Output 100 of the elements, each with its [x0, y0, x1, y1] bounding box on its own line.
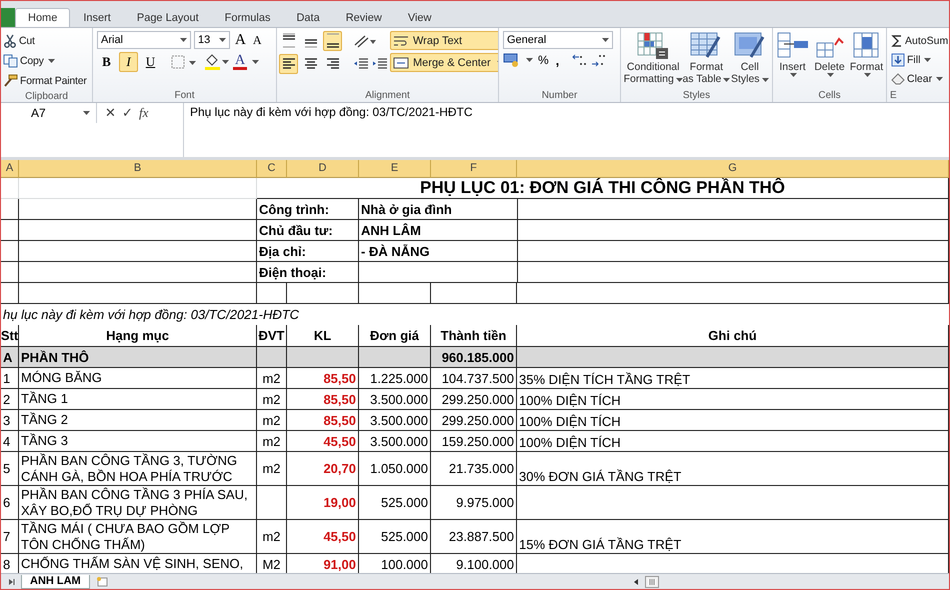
currency-icon[interactable]	[503, 52, 521, 68]
field-label: Chủ đầu tư:	[257, 220, 359, 241]
table-cell: 20,70	[287, 452, 359, 486]
group-label: Font	[173, 89, 196, 102]
insert-button[interactable]: Insert	[774, 31, 811, 89]
wrap-text-icon	[393, 34, 409, 46]
group-label: Number	[540, 89, 578, 102]
table-cell: 3	[1, 410, 19, 431]
ribbon-tab[interactable]: Review	[332, 8, 395, 27]
table-cell: m2	[257, 389, 287, 410]
cut-button[interactable]: Cut	[2, 31, 36, 50]
ribbon-tab[interactable]: Page Layout	[124, 8, 212, 27]
table-cell	[359, 347, 431, 368]
cellstyles-button[interactable]: Cell Styles	[731, 31, 768, 89]
ribbon-tab[interactable]: Insert	[70, 8, 124, 27]
table-cell: PHẦN BAN CÔNG TẦNG 3, TƯỜNG CÁNH GÀ, BỒN HOA PHÍA TRƯỚC	[19, 452, 257, 486]
table-cell: m2	[257, 410, 287, 431]
merge-cells-icon	[393, 56, 409, 68]
caret-icon	[180, 38, 187, 42]
wrap-text-button[interactable]: Wrap Text	[390, 31, 498, 50]
column-header[interactable]: B	[19, 160, 257, 178]
table-cell: PHẦN BAN CÔNG TẦNG 3 PHÍA SAU, XÂY BO,ĐỔ TRỤ DỰ PHÒNG	[19, 486, 257, 520]
ribbon-tab[interactable]: Formulas	[212, 8, 284, 27]
table-cell: 45,50	[287, 520, 359, 554]
ribbon-tab[interactable]: View	[394, 8, 444, 27]
formula-field[interactable]: Phụ lục này đi kèm với hợp đồng: 03/TC/2021-HĐTC	[184, 103, 949, 121]
table-cell: 1	[1, 368, 19, 389]
column-header[interactable]: A	[1, 160, 19, 178]
bold-button[interactable]: B	[97, 52, 116, 72]
number-format-field[interactable]: General	[503, 31, 613, 49]
column-header[interactable]: D	[287, 160, 359, 178]
column-header[interactable]: C	[257, 160, 287, 178]
insert-function-button[interactable]: fx	[139, 105, 148, 121]
font-family-field[interactable]: Arial	[97, 31, 191, 49]
sheet-tab[interactable]: ANH LAM	[21, 574, 90, 588]
table-cell: 159.250.000	[431, 431, 517, 452]
table-cell	[287, 347, 359, 368]
caret-icon	[526, 58, 533, 62]
caret-icon	[723, 78, 730, 82]
table-cell	[287, 283, 359, 304]
fill-color-icon[interactable]	[204, 53, 230, 71]
table-cell: 23.887.500	[431, 520, 517, 554]
sheet-title: PHỤ LỤC 01: ĐƠN GIÁ THI CÔNG PHẦN THÔ	[257, 178, 949, 199]
fill-button[interactable]: Fill	[890, 50, 949, 69]
borders-icon[interactable]	[171, 54, 197, 70]
caret-icon	[48, 58, 55, 62]
table-button[interactable]: Format as Table	[683, 31, 730, 89]
align-bottom-button[interactable]	[323, 31, 342, 51]
align-top-icon	[280, 33, 296, 49]
field-value: - ĐÀ NẴNG	[359, 241, 517, 262]
conditional-formatting-icon	[636, 31, 670, 61]
group-label: Alignment	[364, 89, 411, 102]
font-size-field[interactable]: 13	[194, 31, 230, 49]
table-cell	[1, 178, 19, 199]
percent-button[interactable]: %	[536, 53, 551, 67]
name-box[interactable]: A7	[1, 103, 97, 123]
ribbon-tab[interactable]: Data	[283, 8, 333, 27]
copy-button[interactable]: Copy	[2, 51, 56, 70]
table-cell: 100% DIỆN TÍCH	[517, 389, 949, 410]
column-header[interactable]: G	[517, 160, 949, 178]
column-header[interactable]: F	[431, 160, 517, 178]
merge-center-button[interactable]: Merge & Center	[390, 53, 498, 72]
align-left-button[interactable]	[279, 54, 298, 74]
comma-button[interactable]: ,	[554, 52, 562, 68]
table-cell: 3.500.000	[359, 389, 431, 410]
field-label: Điện thoại:	[257, 262, 359, 283]
group-label: Cells	[817, 89, 842, 102]
table-cell: TẦNG MÁI ( CHƯA BAO GỒM LỢP TÔN CHỐNG THẤM)	[19, 520, 257, 554]
cancel-button[interactable]: ✕	[105, 105, 116, 120]
column-header[interactable]: E	[359, 160, 431, 178]
table-cell: 2	[1, 389, 19, 410]
ribbon-tab[interactable]: Home	[15, 8, 70, 27]
scrollbar-thumb-icon[interactable]	[645, 576, 659, 588]
underline-button[interactable]: U	[141, 52, 160, 72]
autosum-button[interactable]: AutoSum	[890, 31, 949, 50]
table-cell: 7	[1, 520, 19, 554]
table-cell: 104.737.500	[431, 368, 517, 389]
table-cell	[1, 220, 19, 241]
table-cell: 6	[1, 486, 19, 520]
table-cell: m2	[257, 368, 287, 389]
conditional-button[interactable]: Conditional Formatting	[625, 31, 682, 89]
caret-icon	[602, 38, 609, 42]
painter-button[interactable]: Format Painter	[2, 71, 88, 90]
table-cell: TẦNG 3	[19, 431, 257, 452]
table-cell	[257, 283, 287, 304]
grow-font-button[interactable]: A	[233, 32, 248, 48]
clear-button[interactable]: Clear	[890, 69, 949, 88]
delete-button[interactable]: Delete	[811, 31, 848, 89]
font-color-button[interactable]: A	[233, 54, 248, 70]
text-angle-icon[interactable]	[353, 33, 377, 49]
copy-icon	[3, 54, 18, 68]
increase-decimal-icon[interactable]	[572, 52, 588, 68]
italic-button[interactable]: I	[119, 52, 138, 72]
enter-button[interactable]: ✓	[122, 105, 133, 120]
format-button[interactable]: Format	[848, 31, 885, 89]
shrink-font-button[interactable]: A	[250, 32, 264, 48]
table-cell: 85,50	[287, 389, 359, 410]
decrease-decimal-icon[interactable]	[591, 52, 608, 68]
contract-note: hụ lục này đi kèm với hợp đồng: 03/TC/2021-HĐTC	[2, 306, 300, 324]
table-cell	[1, 283, 19, 304]
